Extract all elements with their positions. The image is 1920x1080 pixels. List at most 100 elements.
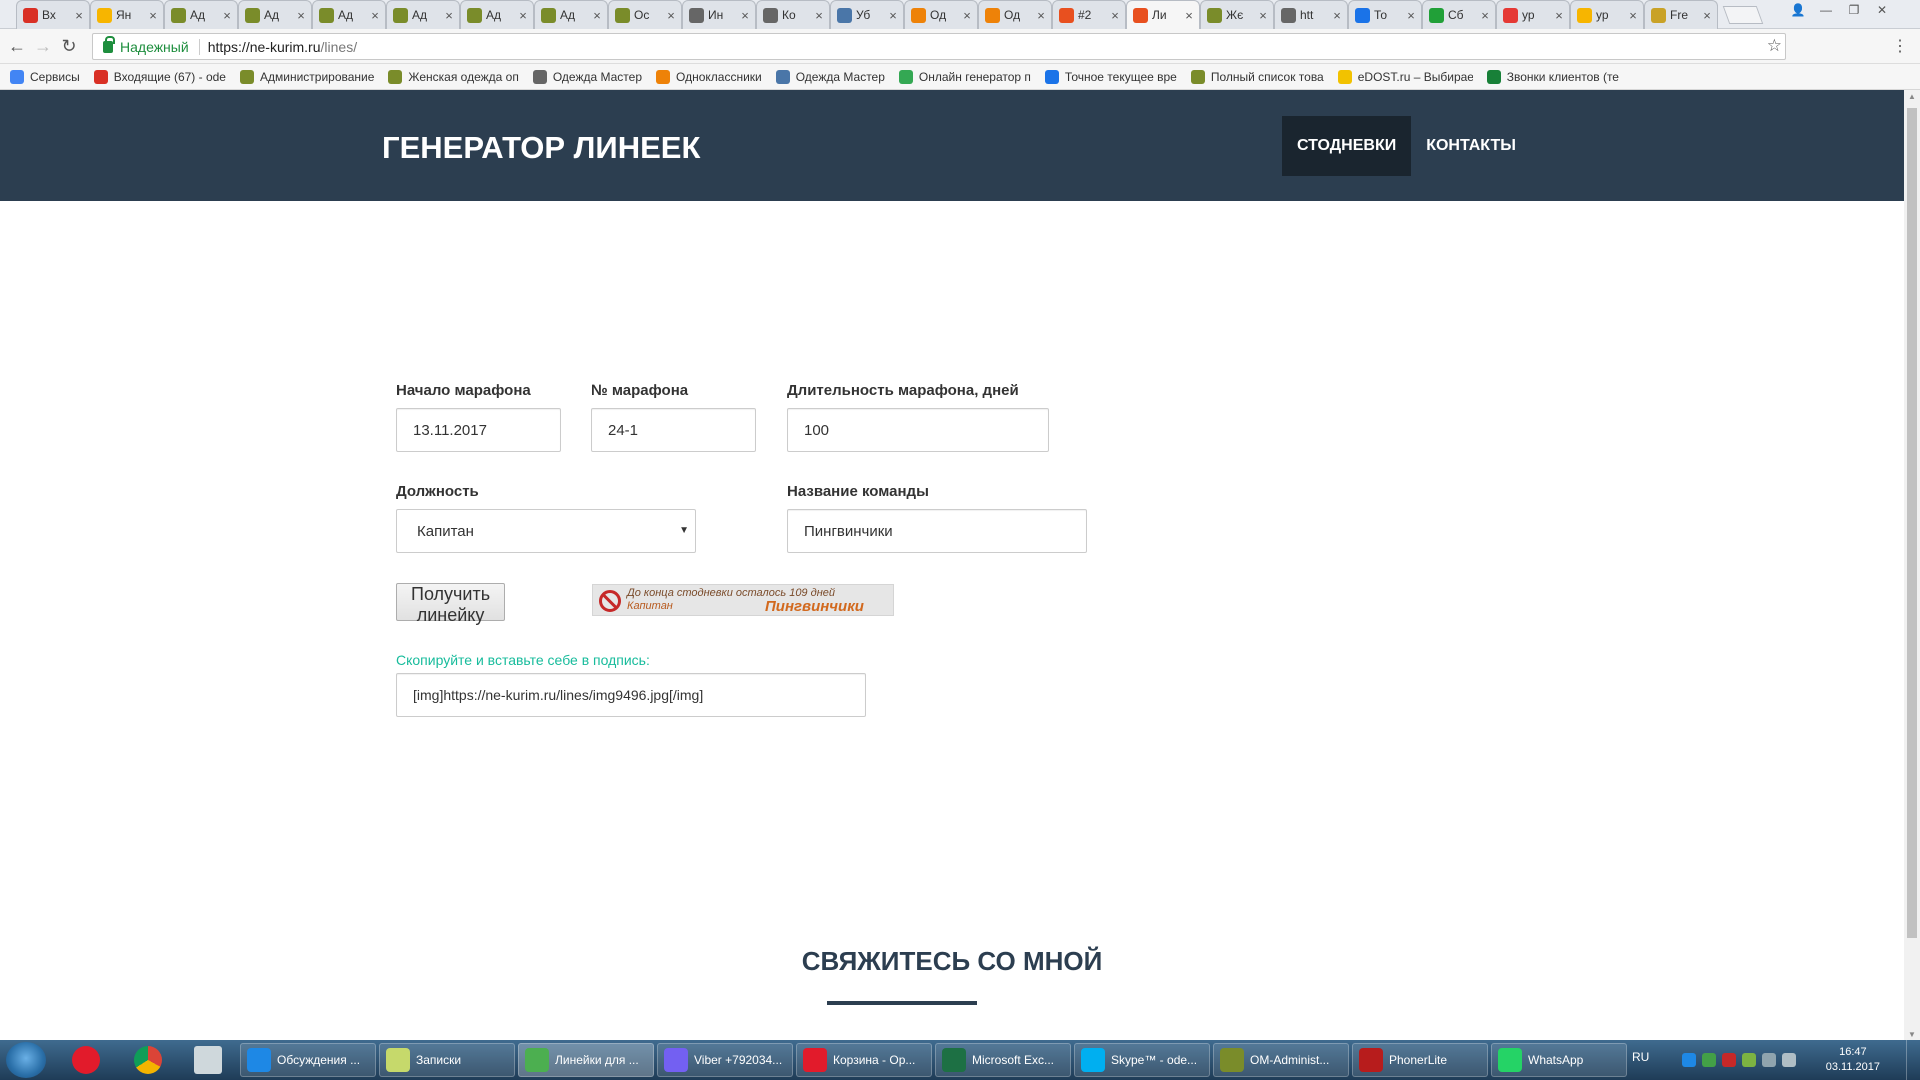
- close-tab-icon[interactable]: ×: [887, 8, 899, 23]
- taskbar-item[interactable]: Записки: [379, 1043, 515, 1077]
- browser-tab[interactable]: Ад ×: [164, 0, 238, 29]
- position-select[interactable]: Капитан ▼: [396, 509, 696, 553]
- clock[interactable]: 16:47 03.11.2017: [1826, 1045, 1880, 1075]
- close-tab-icon[interactable]: ×: [1109, 8, 1121, 23]
- nav-item-stodnevki[interactable]: СТОДНЕВКИ: [1282, 116, 1412, 176]
- url-input[interactable]: Надежный https://ne-kurim.ru/lines/ ☆: [92, 33, 1786, 60]
- browser-tab[interactable]: Жє ×: [1200, 0, 1274, 29]
- browser-tab[interactable]: htt ×: [1274, 0, 1348, 29]
- get-ruler-button[interactable]: Получить линейку: [396, 583, 506, 625]
- close-tab-icon[interactable]: ×: [221, 8, 233, 23]
- team-name-input[interactable]: [787, 509, 1087, 553]
- close-tab-icon[interactable]: ×: [73, 8, 85, 23]
- forward-icon[interactable]: →: [32, 35, 54, 57]
- close-tab-icon[interactable]: ×: [517, 8, 529, 23]
- browser-menu-icon[interactable]: ⋮: [1892, 36, 1908, 56]
- back-icon[interactable]: ←: [6, 35, 28, 57]
- bookmark-item[interactable]: Точное текущее вре: [1044, 69, 1177, 84]
- close-tab-icon[interactable]: ×: [1553, 8, 1565, 23]
- browser-tab[interactable]: Од ×: [904, 0, 978, 29]
- close-tab-icon[interactable]: ×: [369, 8, 381, 23]
- bookmark-item[interactable]: Полный список това: [1190, 69, 1324, 84]
- close-tab-icon[interactable]: ×: [1183, 8, 1195, 23]
- browser-tab[interactable]: Уб ×: [830, 0, 904, 29]
- close-tab-icon[interactable]: ×: [295, 8, 307, 23]
- close-tab-icon[interactable]: ×: [1627, 8, 1639, 23]
- browser-tab[interactable]: То ×: [1348, 0, 1422, 29]
- taskbar-item[interactable]: PhonerLite: [1352, 1043, 1488, 1077]
- start-date-input[interactable]: [396, 408, 561, 452]
- taskbar-item[interactable]: Линейки для ...: [518, 1043, 654, 1077]
- browser-tab[interactable]: ур ×: [1496, 0, 1570, 29]
- browser-tab[interactable]: Сб ×: [1422, 0, 1496, 29]
- taskbar-item[interactable]: Skype™ - ode...: [1074, 1043, 1210, 1077]
- chrome-quicklaunch-icon[interactable]: [134, 1046, 162, 1074]
- reload-icon[interactable]: ↻: [58, 35, 80, 57]
- close-icon[interactable]: ✕: [1870, 2, 1894, 18]
- bookmark-item[interactable]: eDOST.ru – Выбирае: [1337, 69, 1473, 84]
- browser-tab[interactable]: Од ×: [978, 0, 1052, 29]
- close-tab-icon[interactable]: ×: [443, 8, 455, 23]
- close-tab-icon[interactable]: ×: [1331, 8, 1343, 23]
- nav-item-contacts[interactable]: КОНТАКТЫ: [1411, 116, 1531, 176]
- minimize-icon[interactable]: —: [1814, 2, 1838, 18]
- bookmark-item[interactable]: Входящие (67) - ode: [93, 69, 226, 84]
- browser-tab[interactable]: Fre ×: [1644, 0, 1718, 29]
- bookmark-star-icon[interactable]: ☆: [1767, 36, 1782, 56]
- opera-quicklaunch-icon[interactable]: [72, 1046, 100, 1074]
- close-tab-icon[interactable]: ×: [813, 8, 825, 23]
- taskbar-item[interactable]: Microsoft Exc...: [935, 1043, 1071, 1077]
- taskbar-item[interactable]: Обсуждения ...: [240, 1043, 376, 1077]
- security-tray-icon[interactable]: [1742, 1053, 1756, 1067]
- close-tab-icon[interactable]: ×: [1257, 8, 1269, 23]
- bookmark-item[interactable]: Звонки клиентов (те: [1486, 69, 1619, 84]
- scrollbar-thumb[interactable]: [1907, 108, 1917, 938]
- browser-tab[interactable]: Вх ×: [16, 0, 90, 29]
- close-tab-icon[interactable]: ×: [1479, 8, 1491, 23]
- bookmark-item[interactable]: Онлайн генератор п: [898, 69, 1031, 84]
- taskbar-item[interactable]: WhatsApp: [1491, 1043, 1627, 1077]
- browser-tab[interactable]: Ян ×: [90, 0, 164, 29]
- user-icon[interactable]: 👤: [1786, 2, 1810, 18]
- restore-icon[interactable]: ❐: [1842, 2, 1866, 18]
- browser-tab[interactable]: #2 ×: [1052, 0, 1126, 29]
- bookmark-item[interactable]: Женская одежда оп: [388, 69, 519, 84]
- taskbar-item[interactable]: Корзина - Op...: [796, 1043, 932, 1077]
- close-tab-icon[interactable]: ×: [1035, 8, 1047, 23]
- scroll-down-icon[interactable]: ▼: [1908, 1030, 1916, 1039]
- bookmark-item[interactable]: Одежда Мастер: [775, 69, 885, 84]
- browser-tab[interactable]: Ко ×: [756, 0, 830, 29]
- close-tab-icon[interactable]: ×: [961, 8, 973, 23]
- bookmark-item[interactable]: Одежда Мастер: [532, 69, 642, 84]
- network-tray-icon[interactable]: [1762, 1053, 1776, 1067]
- browser-tab[interactable]: Ад ×: [238, 0, 312, 29]
- browser-tab[interactable]: Ад ×: [312, 0, 386, 29]
- phonerlite-tray-icon[interactable]: [1722, 1053, 1736, 1067]
- browser-tab[interactable]: Ад ×: [534, 0, 608, 29]
- browser-tab[interactable]: ур ×: [1570, 0, 1644, 29]
- browser-tab[interactable]: Ад ×: [386, 0, 460, 29]
- close-tab-icon[interactable]: ×: [591, 8, 603, 23]
- teamviewer-tray-icon[interactable]: [1682, 1053, 1696, 1067]
- new-tab-button[interactable]: [1722, 6, 1764, 24]
- browser-tab[interactable]: Ин ×: [682, 0, 756, 29]
- show-desktop-button[interactable]: [1906, 1040, 1920, 1080]
- close-tab-icon[interactable]: ×: [1701, 8, 1713, 23]
- bbcode-output-input[interactable]: [396, 673, 866, 717]
- start-button-icon[interactable]: [6, 1042, 46, 1078]
- marathon-number-input[interactable]: [591, 408, 756, 452]
- browser-tab[interactable]: Ли ×: [1126, 0, 1200, 29]
- close-tab-icon[interactable]: ×: [1405, 8, 1417, 23]
- bookmark-item[interactable]: Сервисы: [10, 69, 80, 84]
- language-indicator[interactable]: RU: [1632, 1050, 1649, 1064]
- close-tab-icon[interactable]: ×: [665, 8, 677, 23]
- duration-input[interactable]: [787, 408, 1049, 452]
- battery-tray-icon[interactable]: [1702, 1053, 1716, 1067]
- taskbar-item[interactable]: Viber +792034...: [657, 1043, 793, 1077]
- volume-tray-icon[interactable]: [1782, 1053, 1796, 1067]
- site-logo[interactable]: ГЕНЕРАТОР ЛИНЕЕК: [382, 130, 700, 166]
- bookmark-item[interactable]: Администрирование: [239, 69, 374, 84]
- close-tab-icon[interactable]: ×: [739, 8, 751, 23]
- browser-tab[interactable]: Ос ×: [608, 0, 682, 29]
- calculator-quicklaunch-icon[interactable]: [194, 1046, 222, 1074]
